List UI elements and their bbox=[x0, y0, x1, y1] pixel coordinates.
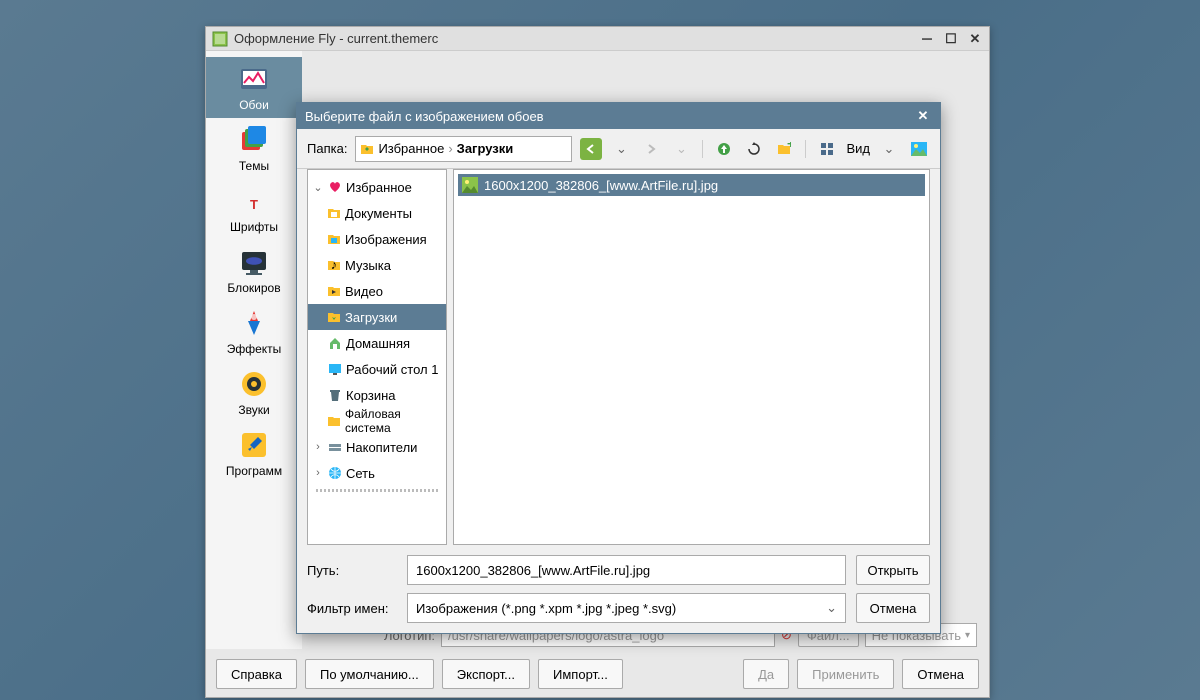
view-icon[interactable] bbox=[816, 138, 838, 160]
dialog-titlebar: Выберите файл с изображением обоев ✕ bbox=[297, 103, 940, 129]
file-item[interactable]: 1600x1200_382806_[www.ArtFile.ru].jpg bbox=[458, 174, 925, 196]
app-icon bbox=[212, 31, 228, 47]
dialog-cancel-button[interactable]: Отмена bbox=[856, 593, 930, 623]
sidebar-item-lock[interactable]: Блокиров bbox=[206, 240, 302, 301]
folder-icon: ♪ bbox=[326, 257, 342, 273]
breadcrumb[interactable]: Избранное › Загрузки bbox=[355, 136, 572, 162]
forward-button[interactable] bbox=[640, 138, 662, 160]
main-titlebar: Оформление Fly - current.themerc － ☐ ✕ bbox=[206, 27, 989, 51]
breadcrumb-root[interactable]: Избранное bbox=[378, 141, 444, 156]
folder-icon bbox=[326, 283, 342, 299]
folder-icon bbox=[326, 309, 342, 325]
sounds-icon bbox=[238, 368, 270, 400]
effects-icon bbox=[238, 307, 270, 339]
sidebar-item-sounds[interactable]: Звуки bbox=[206, 362, 302, 423]
main-sidebar: Обои Темы T Шрифты Блокиров bbox=[206, 51, 302, 649]
folder-icon bbox=[360, 142, 374, 156]
programs-icon bbox=[238, 429, 270, 461]
sidebar-item-programs[interactable]: Программ bbox=[206, 423, 302, 484]
dialog-title: Выберите файл с изображением обоев bbox=[305, 109, 914, 124]
image-file-icon bbox=[462, 177, 478, 193]
sidebar-item-themes[interactable]: Темы bbox=[206, 118, 302, 179]
tree-music[interactable]: ♪ Музыка bbox=[308, 252, 446, 278]
svg-text:+: + bbox=[787, 142, 791, 151]
tree-video[interactable]: Видео bbox=[308, 278, 446, 304]
help-button[interactable]: Справка bbox=[216, 659, 297, 689]
network-icon bbox=[327, 465, 343, 481]
path-label: Путь: bbox=[307, 563, 397, 578]
sidebar-item-effects[interactable]: Эффекты bbox=[206, 301, 302, 362]
tree-documents[interactable]: Документы bbox=[308, 200, 446, 226]
svg-text:T: T bbox=[250, 197, 258, 212]
dialog-close-button[interactable]: ✕ bbox=[914, 107, 932, 125]
import-button[interactable]: Импорт... bbox=[538, 659, 623, 689]
themes-icon bbox=[238, 124, 270, 156]
trash-icon bbox=[327, 387, 343, 403]
main-title: Оформление Fly - current.themerc bbox=[234, 31, 919, 46]
close-button[interactable]: ✕ bbox=[967, 31, 983, 47]
open-button[interactable]: Открыть bbox=[856, 555, 930, 585]
breadcrumb-separator: › bbox=[448, 141, 452, 156]
wallpaper-icon bbox=[238, 63, 270, 95]
forward-dropdown[interactable]: ⌄ bbox=[670, 138, 692, 160]
tree-trash[interactable]: Корзина bbox=[308, 382, 446, 408]
view-label: Вид bbox=[846, 141, 870, 156]
up-button[interactable] bbox=[713, 138, 735, 160]
apply-button[interactable]: Применить bbox=[797, 659, 894, 689]
back-button[interactable] bbox=[580, 138, 602, 160]
lock-icon bbox=[238, 246, 270, 278]
folder-icon bbox=[326, 205, 342, 221]
folder-icon bbox=[327, 413, 342, 429]
tree-separator bbox=[316, 489, 438, 492]
yes-button[interactable]: Да bbox=[743, 659, 789, 689]
folder-label: Папка: bbox=[307, 141, 347, 156]
expand-icon[interactable]: ⌄ bbox=[312, 181, 324, 194]
maximize-button[interactable]: ☐ bbox=[943, 31, 959, 47]
tree-home[interactable]: Домашняя bbox=[308, 330, 446, 356]
file-list[interactable]: 1600x1200_382806_[www.ArtFile.ru].jpg bbox=[453, 169, 930, 545]
tree-network[interactable]: › Сеть bbox=[308, 460, 446, 486]
home-icon bbox=[327, 335, 343, 351]
default-button[interactable]: По умолчанию... bbox=[305, 659, 434, 689]
tree-panel: ⌄ Избранное Документы Изображения ♪ Музы… bbox=[307, 169, 447, 545]
expand-icon[interactable]: › bbox=[312, 441, 324, 453]
export-button[interactable]: Экспорт... bbox=[442, 659, 530, 689]
sidebar-item-fonts[interactable]: T Шрифты bbox=[206, 179, 302, 240]
filter-label: Фильтр имен: bbox=[307, 601, 397, 616]
tree-favorites[interactable]: ⌄ Избранное bbox=[308, 174, 446, 200]
desktop-icon bbox=[327, 361, 343, 377]
file-name: 1600x1200_382806_[www.ArtFile.ru].jpg bbox=[484, 178, 718, 193]
heart-icon bbox=[327, 179, 343, 195]
path-input[interactable] bbox=[407, 555, 846, 585]
view-dropdown[interactable]: ⌄ bbox=[878, 138, 900, 160]
footer-buttons: Справка По умолчанию... Экспорт... Импор… bbox=[216, 659, 979, 689]
refresh-button[interactable] bbox=[743, 138, 765, 160]
svg-text:♪: ♪ bbox=[331, 258, 338, 272]
sidebar-item-wallpaper[interactable]: Обои bbox=[206, 57, 302, 118]
tree-images[interactable]: Изображения bbox=[308, 226, 446, 252]
new-folder-button[interactable]: + bbox=[773, 138, 795, 160]
minimize-button[interactable]: － bbox=[919, 31, 935, 47]
preview-button[interactable] bbox=[908, 138, 930, 160]
dialog-toolbar: Папка: Избранное › Загрузки ⌄ ⌄ + Вид ⌄ bbox=[297, 129, 940, 169]
tree-desktop[interactable]: Рабочий стол 1 bbox=[308, 356, 446, 382]
filter-select[interactable]: Изображения (*.png *.xpm *.jpg *.jpeg *.… bbox=[407, 593, 846, 623]
folder-icon bbox=[326, 231, 342, 247]
cancel-button[interactable]: Отмена bbox=[902, 659, 979, 689]
back-dropdown[interactable]: ⌄ bbox=[610, 138, 632, 160]
expand-icon[interactable]: › bbox=[312, 467, 324, 479]
tree-drives[interactable]: › Накопители bbox=[308, 434, 446, 460]
file-dialog: Выберите файл с изображением обоев ✕ Пап… bbox=[296, 102, 941, 634]
tree-filesystem[interactable]: Файловая система bbox=[308, 408, 446, 434]
tree-downloads[interactable]: Загрузки bbox=[308, 304, 446, 330]
fonts-icon: T bbox=[238, 185, 270, 217]
chevron-down-icon: ⌄ bbox=[826, 600, 837, 616]
drives-icon bbox=[327, 439, 343, 455]
breadcrumb-current[interactable]: Загрузки bbox=[457, 141, 514, 156]
dialog-bottom: Путь: Открыть Фильтр имен: Изображения (… bbox=[297, 545, 940, 633]
